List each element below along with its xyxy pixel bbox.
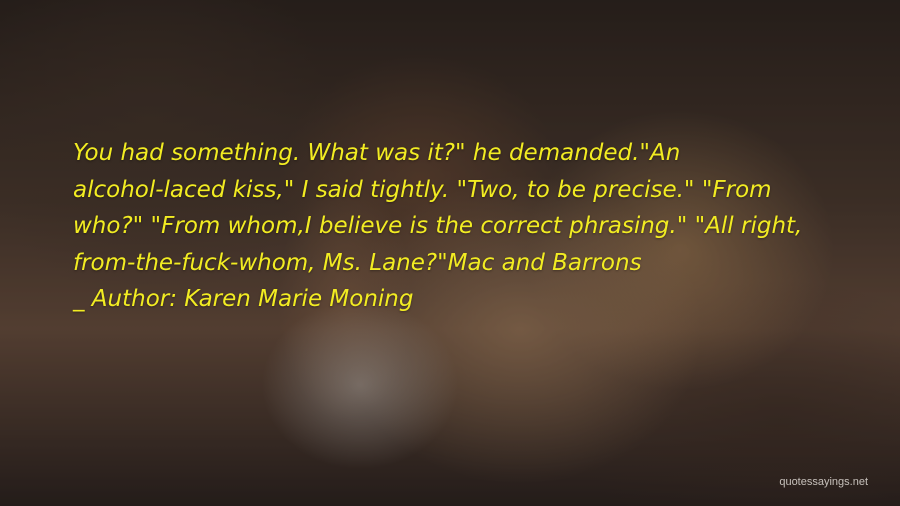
site-watermark: quotessayings.net	[779, 476, 868, 488]
quote-line: who?" "From whom,I believe is the correc…	[73, 213, 803, 239]
quote-line: alcohol-laced kiss," I said tightly. "Tw…	[73, 176, 772, 203]
quote-attribution: _ Author: Karen Marie Moning	[73, 286, 414, 312]
quote-line: from-the-fuck-whom, Ms. Lane?"Mac and Ba…	[73, 249, 642, 276]
quote-image: You had something. What was it?" he dema…	[0, 0, 900, 506]
quote-text: You had something. What was it?" he dema…	[73, 135, 873, 318]
quote-line: You had something. What was it?" he dema…	[73, 140, 681, 166]
